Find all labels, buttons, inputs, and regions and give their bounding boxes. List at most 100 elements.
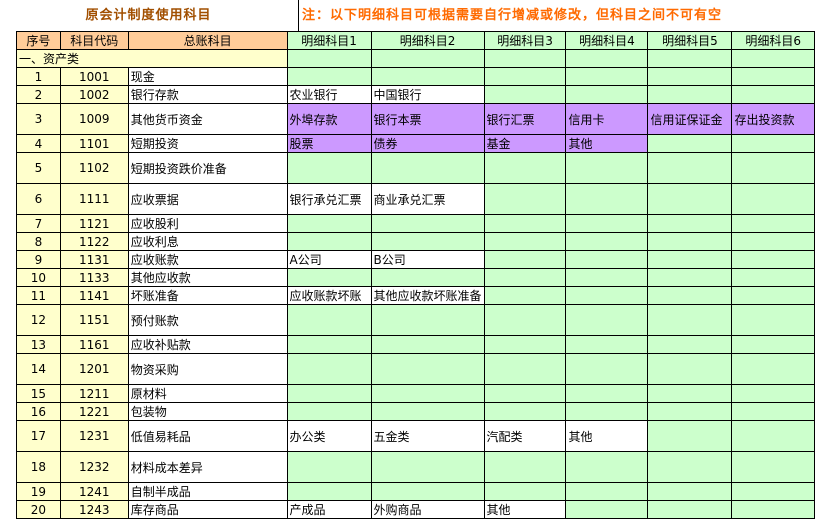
header-detail-2[interactable]: 明细科目2 bbox=[370, 31, 485, 50]
ledger-account-cell[interactable]: 库存商品 bbox=[127, 500, 288, 519]
row-number-cell[interactable]: 1 bbox=[16, 67, 61, 86]
detail-cell-6[interactable] bbox=[731, 304, 815, 336]
detail-cell-5[interactable] bbox=[647, 335, 733, 354]
row-number-cell[interactable]: 7 bbox=[16, 214, 61, 233]
account-code-cell[interactable]: 1161 bbox=[59, 335, 129, 354]
detail-cell-1[interactable] bbox=[286, 268, 372, 287]
detail-cell-5[interactable] bbox=[647, 85, 733, 104]
detail-cell-3[interactable] bbox=[483, 183, 567, 215]
header-detail-4[interactable]: 明细科目4 bbox=[565, 31, 649, 50]
detail-cell-5[interactable] bbox=[647, 152, 733, 184]
detail-cell-3[interactable] bbox=[483, 250, 567, 269]
detail-cell-4[interactable]: 其他 bbox=[565, 134, 649, 153]
detail-cell-2[interactable] bbox=[370, 304, 485, 336]
detail-cell-5[interactable] bbox=[647, 384, 733, 403]
detail-cell-1[interactable]: 外埠存款 bbox=[286, 103, 372, 135]
account-code-cell[interactable]: 1121 bbox=[59, 214, 129, 233]
detail-cell-1[interactable]: 产成品 bbox=[286, 500, 372, 519]
detail-cell-1[interactable] bbox=[286, 152, 372, 184]
cell[interactable] bbox=[647, 49, 733, 68]
detail-cell-1[interactable] bbox=[286, 482, 372, 501]
detail-cell-6[interactable] bbox=[731, 500, 815, 519]
detail-cell-4[interactable] bbox=[565, 268, 649, 287]
detail-cell-5[interactable] bbox=[647, 500, 733, 519]
detail-cell-6[interactable] bbox=[731, 353, 815, 385]
row-number-cell[interactable]: 12 bbox=[16, 304, 61, 336]
detail-cell-6[interactable] bbox=[731, 335, 815, 354]
detail-cell-3[interactable] bbox=[483, 402, 567, 421]
ledger-account-cell[interactable]: 短期投资 bbox=[127, 134, 288, 153]
detail-cell-6[interactable] bbox=[731, 420, 815, 452]
ledger-account-cell[interactable]: 自制半成品 bbox=[127, 482, 288, 501]
ledger-account-cell[interactable]: 其他应收款 bbox=[127, 268, 288, 287]
header-ledger[interactable]: 总账科目 bbox=[127, 31, 288, 50]
header-detail-5[interactable]: 明细科目5 bbox=[647, 31, 733, 50]
account-code-cell[interactable]: 1243 bbox=[59, 500, 129, 519]
detail-cell-5[interactable] bbox=[647, 286, 733, 305]
account-code-cell[interactable]: 1211 bbox=[59, 384, 129, 403]
detail-cell-6[interactable]: 存出投资款 bbox=[731, 103, 815, 135]
detail-cell-4[interactable] bbox=[565, 482, 649, 501]
account-code-cell[interactable]: 1232 bbox=[59, 451, 129, 483]
ledger-account-cell[interactable]: 其他货币资金 bbox=[127, 103, 288, 135]
detail-cell-4[interactable]: 其他 bbox=[565, 420, 649, 452]
detail-cell-4[interactable] bbox=[565, 85, 649, 104]
detail-cell-6[interactable] bbox=[731, 482, 815, 501]
row-number-cell[interactable]: 5 bbox=[16, 152, 61, 184]
detail-cell-4[interactable] bbox=[565, 67, 649, 86]
ledger-account-cell[interactable]: 原材料 bbox=[127, 384, 288, 403]
ledger-account-cell[interactable]: 物资采购 bbox=[127, 353, 288, 385]
detail-cell-2[interactable] bbox=[370, 67, 485, 86]
header-code[interactable]: 科目代码 bbox=[59, 31, 129, 50]
ledger-account-cell[interactable]: 材料成本差异 bbox=[127, 451, 288, 483]
detail-cell-3[interactable] bbox=[483, 384, 567, 403]
row-number-cell[interactable]: 11 bbox=[16, 286, 61, 305]
ledger-account-cell[interactable]: 短期投资跌价准备 bbox=[127, 152, 288, 184]
detail-cell-1[interactable]: A公司 bbox=[286, 250, 372, 269]
ledger-account-cell[interactable]: 坏账准备 bbox=[127, 286, 288, 305]
detail-cell-1[interactable] bbox=[286, 353, 372, 385]
row-number-cell[interactable]: 9 bbox=[16, 250, 61, 269]
detail-cell-6[interactable] bbox=[731, 152, 815, 184]
account-code-cell[interactable]: 1002 bbox=[59, 85, 129, 104]
detail-cell-1[interactable] bbox=[286, 451, 372, 483]
detail-cell-5[interactable] bbox=[647, 304, 733, 336]
detail-cell-1[interactable]: 股票 bbox=[286, 134, 372, 153]
detail-cell-6[interactable] bbox=[731, 268, 815, 287]
cell[interactable] bbox=[483, 49, 567, 68]
detail-cell-5[interactable] bbox=[647, 420, 733, 452]
detail-cell-5[interactable] bbox=[647, 268, 733, 287]
detail-cell-2[interactable]: 中国银行 bbox=[370, 85, 485, 104]
detail-cell-6[interactable] bbox=[731, 214, 815, 233]
detail-cell-3[interactable]: 银行汇票 bbox=[483, 103, 567, 135]
cell[interactable] bbox=[370, 49, 485, 68]
detail-cell-2[interactable] bbox=[370, 402, 485, 421]
account-code-cell[interactable]: 1201 bbox=[59, 353, 129, 385]
detail-cell-6[interactable] bbox=[731, 402, 815, 421]
row-number-cell[interactable]: 10 bbox=[16, 268, 61, 287]
account-code-cell[interactable]: 1122 bbox=[59, 232, 129, 251]
detail-cell-3[interactable] bbox=[483, 268, 567, 287]
detail-cell-2[interactable]: 其他应收款坏账准备 bbox=[370, 286, 485, 305]
detail-cell-1[interactable] bbox=[286, 335, 372, 354]
ledger-account-cell[interactable]: 应收股利 bbox=[127, 214, 288, 233]
detail-cell-6[interactable] bbox=[731, 232, 815, 251]
detail-cell-4[interactable] bbox=[565, 402, 649, 421]
category-label[interactable]: 一、资产类 bbox=[16, 49, 288, 68]
row-number-cell[interactable]: 17 bbox=[16, 420, 61, 452]
detail-cell-4[interactable] bbox=[565, 232, 649, 251]
cell[interactable] bbox=[565, 49, 649, 68]
detail-cell-4[interactable] bbox=[565, 183, 649, 215]
row-number-cell[interactable]: 3 bbox=[16, 103, 61, 135]
detail-cell-4[interactable] bbox=[565, 500, 649, 519]
detail-cell-3[interactable] bbox=[483, 67, 567, 86]
detail-cell-4[interactable] bbox=[565, 335, 649, 354]
row-number-cell[interactable]: 15 bbox=[16, 384, 61, 403]
account-code-cell[interactable]: 1111 bbox=[59, 183, 129, 215]
header-detail-6[interactable]: 明细科目6 bbox=[731, 31, 815, 50]
account-code-cell[interactable]: 1009 bbox=[59, 103, 129, 135]
ledger-account-cell[interactable]: 预付账款 bbox=[127, 304, 288, 336]
ledger-account-cell[interactable]: 应收利息 bbox=[127, 232, 288, 251]
account-code-cell[interactable]: 1231 bbox=[59, 420, 129, 452]
detail-cell-5[interactable] bbox=[647, 451, 733, 483]
